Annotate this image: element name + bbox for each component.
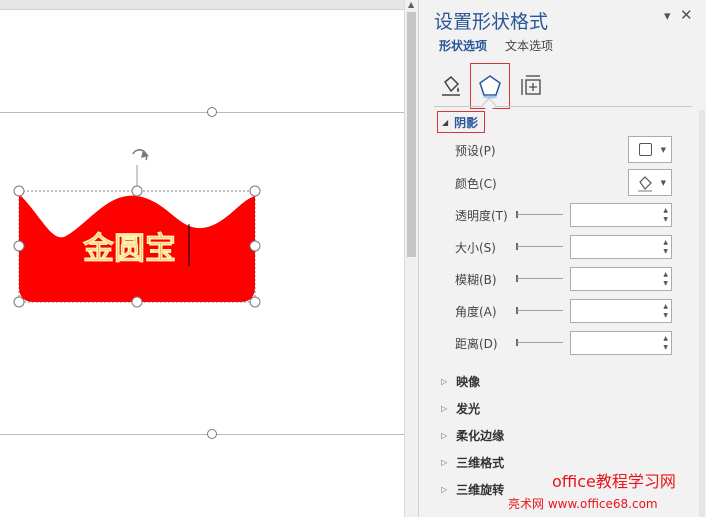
scrollbar-thumb[interactable] <box>407 12 416 257</box>
resize-handle-se[interactable] <box>249 296 261 308</box>
angle-label: 角度(A) <box>455 305 497 319</box>
size-slider[interactable] <box>517 246 563 247</box>
blur-spinbox[interactable]: ▲ ▼ <box>570 267 672 291</box>
spin-up-icon[interactable]: ▲ <box>663 272 668 278</box>
document-canvas[interactable]: 金圆宝 <box>0 0 404 517</box>
section-3d-rotation-header[interactable]: ▷ 三维旋转 <box>441 481 504 498</box>
section-3d-rotation-label: 三维旋转 <box>456 483 505 497</box>
spin-down-icon[interactable]: ▼ <box>663 281 668 287</box>
spin-up-icon[interactable]: ▲ <box>663 304 668 310</box>
resize-handle-sw[interactable] <box>13 296 25 308</box>
size-label: 大小(S) <box>455 241 496 255</box>
spin-down-icon[interactable]: ▼ <box>663 249 668 255</box>
text-box-bottom-border <box>0 434 404 435</box>
chevron-down-icon: ▼ <box>660 179 666 187</box>
fill-line-icon <box>442 75 460 96</box>
distance-label: 距离(D) <box>455 337 498 351</box>
section-shadow-header[interactable]: ◢ 阴影 <box>437 111 485 133</box>
section-shadow-label: 阴影 <box>454 115 479 130</box>
rotate-handle-icon[interactable] <box>132 149 149 161</box>
scroll-up-arrow-icon[interactable]: ▲ <box>408 0 414 9</box>
preset-label: 预设(P) <box>455 144 496 158</box>
selected-shape[interactable]: 金圆宝 <box>0 140 300 315</box>
resize-handle-top[interactable] <box>207 107 217 117</box>
section-glow-label: 发光 <box>456 402 481 416</box>
preset-dropdown[interactable]: ▼ <box>628 136 672 163</box>
document-scrollbar[interactable]: ▲ <box>404 0 418 517</box>
resize-handle-w[interactable] <box>13 240 25 252</box>
watermark-site-name: office教程学习网 <box>552 472 676 491</box>
shape-text[interactable]: 金圆宝 <box>82 231 177 268</box>
chevron-down-icon: ▼ <box>660 146 666 154</box>
format-shape-pane: 设置形状格式 ▾ ✕ 形状选项 文本选项 ◢ 阴影 预设(P) ▼ 颜色(C) … <box>418 0 706 517</box>
section-soft-edges-label: 柔化边缘 <box>456 429 505 443</box>
watermark-site-url: 亮术网 www.office68.com <box>508 497 658 511</box>
resize-handle-e[interactable] <box>249 240 261 252</box>
pane-title: 设置形状格式 <box>434 11 549 33</box>
resize-handle-bottom[interactable] <box>207 429 217 439</box>
icon-tab-size-properties[interactable] <box>511 63 551 109</box>
spin-down-icon[interactable]: ▼ <box>663 313 668 319</box>
collapsed-triangle-icon: ▷ <box>441 431 448 440</box>
section-3d-format-header[interactable]: ▷ 三维格式 <box>441 454 504 471</box>
collapsed-triangle-icon: ▷ <box>441 458 448 467</box>
size-spinbox[interactable]: ▲ ▼ <box>570 235 672 259</box>
effects-icon <box>479 75 501 99</box>
resize-handle-n[interactable] <box>131 185 143 197</box>
distance-slider[interactable] <box>517 342 563 343</box>
resize-handle-ne[interactable] <box>249 185 261 197</box>
section-glow-header[interactable]: ▷ 发光 <box>441 400 480 417</box>
pane-scrollbar[interactable] <box>699 110 705 517</box>
spin-up-icon[interactable]: ▲ <box>663 208 668 214</box>
paint-bucket-icon <box>638 176 652 192</box>
pane-options-dropdown-icon[interactable]: ▾ <box>664 9 671 24</box>
spin-up-icon[interactable]: ▲ <box>663 240 668 246</box>
tab-shape-options[interactable]: 形状选项 <box>439 37 487 54</box>
collapsed-triangle-icon: ▷ <box>441 404 448 413</box>
blur-slider[interactable] <box>517 278 563 279</box>
icon-tab-fill-line[interactable] <box>431 63 471 109</box>
text-box-top-border <box>0 112 404 113</box>
angle-spinbox[interactable]: ▲ ▼ <box>570 299 672 323</box>
resize-handle-s[interactable] <box>131 296 143 308</box>
blur-label: 模糊(B) <box>455 273 497 287</box>
collapsed-triangle-icon: ▷ <box>441 485 448 494</box>
size-properties-icon <box>521 75 541 95</box>
color-label: 颜色(C) <box>455 177 497 191</box>
tab-divider <box>434 106 692 107</box>
collapsed-triangle-icon: ▷ <box>441 377 448 386</box>
section-3d-format-label: 三维格式 <box>456 456 505 470</box>
spin-down-icon[interactable]: ▼ <box>663 345 668 351</box>
section-soft-edges-header[interactable]: ▷ 柔化边缘 <box>441 427 504 444</box>
page-top-edge <box>0 0 404 10</box>
resize-handle-nw[interactable] <box>13 185 25 197</box>
angle-slider[interactable] <box>517 310 563 311</box>
transparency-spinbox[interactable]: ▲ ▼ <box>570 203 672 227</box>
color-dropdown[interactable]: ▼ <box>628 169 672 196</box>
spin-up-icon[interactable]: ▲ <box>663 336 668 342</box>
tab-text-options[interactable]: 文本选项 <box>505 37 553 54</box>
expanded-triangle-icon: ◢ <box>442 117 449 127</box>
close-pane-icon[interactable]: ✕ <box>680 6 693 24</box>
transparency-label: 透明度(T) <box>455 209 508 223</box>
distance-spinbox[interactable]: ▲ ▼ <box>570 331 672 355</box>
section-reflection-label: 映像 <box>456 375 481 389</box>
preset-shadow-icon <box>639 143 652 156</box>
spin-down-icon[interactable]: ▼ <box>663 217 668 223</box>
section-reflection-header[interactable]: ▷ 映像 <box>441 373 480 390</box>
transparency-slider[interactable] <box>517 214 563 215</box>
